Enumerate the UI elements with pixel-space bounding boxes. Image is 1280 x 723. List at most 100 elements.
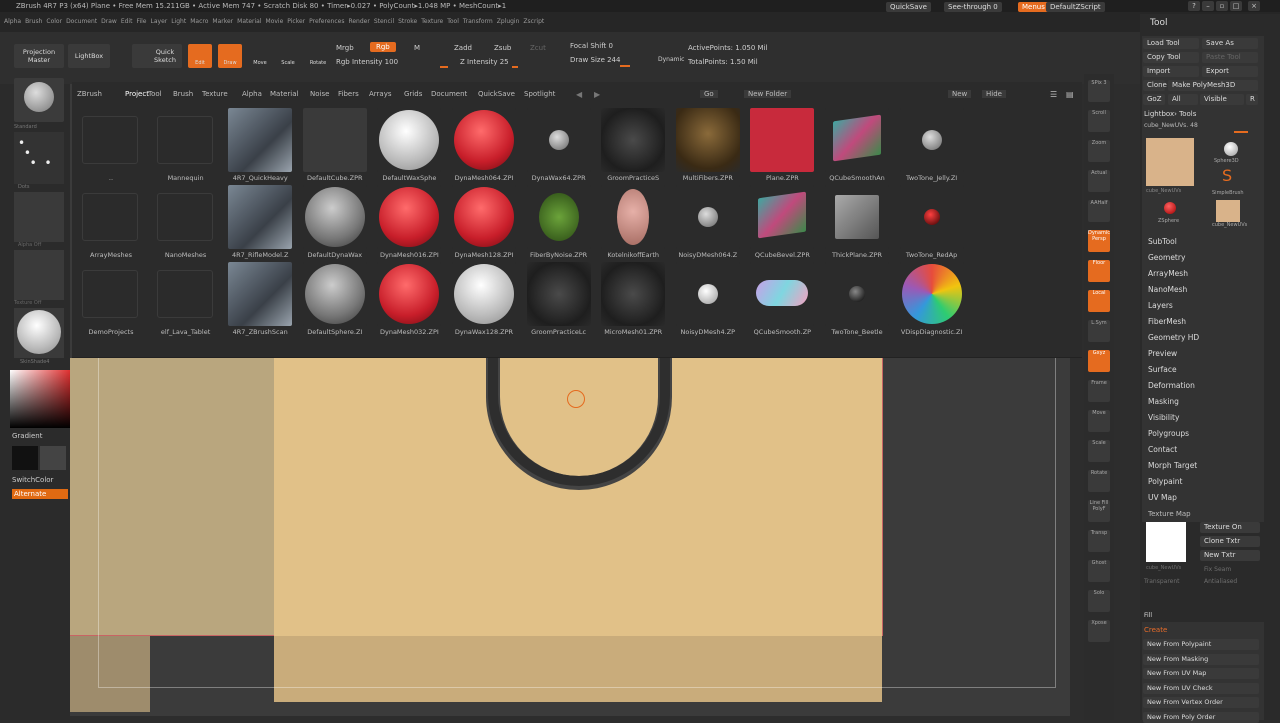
create-new-from-poly-order[interactable]: New From Poly Order [1143, 711, 1259, 723]
new-txtr-button[interactable]: New Txtr [1200, 550, 1260, 561]
lightbox-tab-zbrush[interactable]: ZBrush [77, 90, 102, 98]
minimize-icon[interactable]: – [1202, 1, 1214, 11]
lightbox-item[interactable]: TwoTone_RedAp [895, 185, 969, 261]
switchcolor-button[interactable]: SwitchColor [12, 476, 53, 484]
menu-zplugin[interactable]: Zplugin [497, 12, 520, 32]
shelf-button-solo[interactable]: Solo [1088, 590, 1110, 612]
move-button[interactable]: Move [248, 44, 272, 68]
tool-thumb-cube[interactable] [1146, 138, 1194, 186]
mrgb-toggle[interactable]: Mrgb [336, 44, 354, 52]
lightbox-tab-alpha[interactable]: Alpha [242, 90, 262, 98]
brush-picker[interactable] [14, 78, 64, 122]
lightbox-item[interactable]: ArrayMeshes [74, 185, 148, 261]
lightbox-tab-fibers[interactable]: Fibers [338, 90, 359, 98]
sphere3d-icon[interactable] [1224, 142, 1238, 156]
m-toggle[interactable]: M [414, 44, 420, 52]
lightbox-item[interactable]: ThickPlane.ZPR [820, 185, 894, 261]
shelf-button-scale[interactable]: Scale [1088, 440, 1110, 462]
lightbox-item[interactable]: DynaMesh128.ZPI [447, 185, 521, 261]
lightbox-item[interactable]: DynaMesh064.ZPI [447, 108, 521, 184]
tool-section-visibility[interactable]: Visibility [1148, 413, 1179, 422]
lightbox-item[interactable]: GroomPracticeS [596, 108, 670, 184]
lightbox-item[interactable]: QCubeSmooth.ZP [745, 262, 819, 338]
lightbox-tab-project[interactable]: Project [125, 90, 149, 98]
lightbox-item[interactable]: 4R7_QuickHeavy [223, 108, 297, 184]
shelf-button-floor[interactable]: Floor [1088, 260, 1110, 282]
menu-render[interactable]: Render [348, 12, 369, 32]
rgb-intensity-slider[interactable]: Rgb Intensity 100 [336, 58, 398, 66]
shelf-button-move[interactable]: Move [1088, 410, 1110, 432]
menu-file[interactable]: File [136, 12, 146, 32]
menu-transform[interactable]: Transform [463, 12, 493, 32]
draw-button[interactable]: Draw [218, 44, 242, 68]
make-polymesh-button[interactable]: Make PolyMesh3D [1168, 80, 1258, 91]
lightbox-button[interactable]: LightBox [68, 44, 110, 68]
zadd-toggle[interactable]: Zadd [454, 44, 472, 52]
tool-section-polypaint[interactable]: Polypaint [1148, 477, 1183, 486]
shelf-button-rotate[interactable]: Rotate [1088, 470, 1110, 492]
menu-material[interactable]: Material [237, 12, 261, 32]
tool-thumb-cube-small[interactable] [1216, 200, 1240, 222]
lightbox-tools-button[interactable]: Lightbox› Tools [1144, 110, 1196, 118]
lightbox-item[interactable]: TwoTone_Jelly.ZI [895, 108, 969, 184]
menu-stroke[interactable]: Stroke [398, 12, 417, 32]
lightbox-item[interactable]: elf_Lava_Tablet [149, 262, 223, 338]
menus-button[interactable]: Menus [1018, 2, 1049, 12]
seethrough-slider[interactable]: See-through 0 [944, 2, 1002, 12]
zsub-toggle[interactable]: Zsub [494, 44, 511, 52]
lightbox-item[interactable]: QCubeSmoothAn [820, 108, 894, 184]
create-new-from-polypaint[interactable]: New From Polypaint [1143, 639, 1259, 650]
menu-layer[interactable]: Layer [151, 12, 168, 32]
tool-section-layers[interactable]: Layers [1148, 301, 1173, 310]
menu-movie[interactable]: Movie [266, 12, 284, 32]
tool-section-subtool[interactable]: SubTool [1148, 237, 1177, 246]
texture-picker[interactable] [14, 250, 64, 300]
scale-button[interactable]: Scale [276, 44, 300, 68]
create-new-from-uv-check[interactable]: New From UV Check [1143, 682, 1259, 694]
menu-picker[interactable]: Picker [287, 12, 305, 32]
menu-edit[interactable]: Edit [121, 12, 133, 32]
tool-section-nanomesh[interactable]: NanoMesh [1148, 285, 1187, 294]
lightbox-item[interactable]: QCubeBevel.ZPR [745, 185, 819, 261]
nav-right-icon[interactable]: ▶ [594, 90, 600, 99]
menu-alpha[interactable]: Alpha [4, 12, 21, 32]
edit-button[interactable]: Edit [188, 44, 212, 68]
clone-txtr-button[interactable]: Clone Txtr [1200, 536, 1260, 547]
tool-section-arraymesh[interactable]: ArrayMesh [1148, 269, 1188, 278]
stroke-picker[interactable]: • • • • [14, 132, 64, 184]
shelf-button-actual[interactable]: Actual [1088, 170, 1110, 192]
lightbox-item[interactable]: MultiFibers.ZPR [671, 108, 745, 184]
export-button[interactable]: Export [1202, 66, 1258, 77]
lightbox-item[interactable]: FiberByNoise.ZPR [522, 185, 596, 261]
lightbox-item[interactable]: VDispDiagnostic.ZI [895, 262, 969, 338]
color-picker[interactable] [10, 370, 70, 428]
help-icon[interactable]: ? [1188, 1, 1200, 11]
lightbox-item[interactable]: NoisyDMesh4.ZP [671, 262, 745, 338]
tool-section-geometry[interactable]: Geometry [1148, 253, 1185, 262]
lightbox-tab-brush[interactable]: Brush [173, 90, 193, 98]
restore-icon[interactable]: ▫ [1216, 1, 1228, 11]
lightbox-item[interactable]: TwoTone_Beetle [820, 262, 894, 338]
goz-r-button[interactable]: R [1246, 94, 1258, 105]
tool-section-contact[interactable]: Contact [1148, 445, 1177, 454]
lightbox-item[interactable]: 4R7_ZBrushScan [223, 262, 297, 338]
lightbox-tab-grids[interactable]: Grids [404, 90, 422, 98]
menu-stencil[interactable]: Stencil [374, 12, 394, 32]
menu-draw[interactable]: Draw [101, 12, 117, 32]
main-color-swatch[interactable] [12, 446, 38, 470]
tool-section-polygroups[interactable]: Polygroups [1148, 429, 1189, 438]
lightbox-item[interactable]: MicroMesh01.ZPR [596, 262, 670, 338]
load-tool-button[interactable]: Load Tool [1143, 38, 1199, 49]
lightbox-item[interactable]: DefaultWaxSphe [372, 108, 446, 184]
lightbox-item[interactable]: NanoMeshes [149, 185, 223, 261]
menu-preferences[interactable]: Preferences [309, 12, 344, 32]
lightbox-tab-texture[interactable]: Texture [202, 90, 228, 98]
create-new-from-masking[interactable]: New From Masking [1143, 653, 1259, 665]
goz-all-button[interactable]: All [1168, 94, 1198, 105]
shelf-button-aahalf[interactable]: AAHalf [1088, 200, 1110, 222]
tool-section-geometry-hd[interactable]: Geometry HD [1148, 333, 1199, 342]
menu-zscript[interactable]: Zscript [523, 12, 544, 32]
maximize-icon[interactable]: □ [1230, 1, 1242, 11]
lightbox-item[interactable]: Plane.ZPR [745, 108, 819, 184]
dynamic-toggle[interactable]: Dynamic [658, 56, 684, 63]
